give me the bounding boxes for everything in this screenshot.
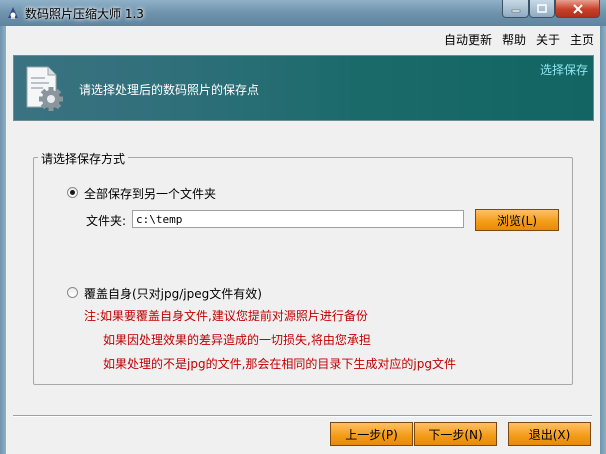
- step-title: 选择保存: [539, 63, 588, 77]
- window-frame-right: [600, 26, 606, 454]
- window-client-area: 自动更新 帮助 关于 主页 请选择处理后的数码照片的保存点 选择保存 请选择保存…: [6, 26, 600, 454]
- window-title: 数码照片压缩大师 1.3: [25, 7, 144, 21]
- step-description: 请选择处理后的数码照片的保存点: [79, 83, 260, 97]
- folder-label: 文件夹:: [86, 214, 127, 228]
- title-bar[interactable]: 数码照片压缩大师 1.3: [0, 0, 606, 26]
- menu-item-homepage[interactable]: 主页: [570, 31, 594, 48]
- menu-item-about[interactable]: 关于: [536, 31, 560, 48]
- compress-app-icon: [8, 7, 18, 19]
- radio-save-to-folder-label[interactable]: 全部保存到另一个文件夹: [84, 185, 216, 202]
- close-button[interactable]: [555, 0, 600, 18]
- exit-button[interactable]: 退出(X): [508, 422, 591, 446]
- footer-separator: [13, 415, 592, 417]
- note-line-2: 如果因处理效果的差异造成的一切损失,将由您承担: [103, 333, 371, 347]
- radio-save-to-folder[interactable]: [67, 187, 78, 198]
- radio-overwrite-self[interactable]: [67, 287, 78, 298]
- menu-item-help[interactable]: 帮助: [502, 31, 526, 48]
- maximize-icon: [537, 4, 547, 13]
- document-gear-icon: [26, 66, 63, 111]
- browse-button[interactable]: 浏览(L): [475, 209, 559, 231]
- menu-item-auto-update[interactable]: 自动更新: [444, 31, 492, 48]
- save-mode-group: 请选择保存方式 全部保存到另一个文件夹 文件夹: 浏览(L) 覆盖自身(只对jp…: [33, 150, 573, 385]
- step-header-panel: 请选择处理后的数码照片的保存点 选择保存: [13, 55, 594, 121]
- top-menu: 自动更新 帮助 关于 主页: [444, 31, 594, 48]
- close-icon: [572, 3, 583, 14]
- note-line-1: 注:如果要覆盖自身文件,建议您提前对源照片进行备份: [84, 309, 368, 323]
- minimize-button[interactable]: [502, 0, 529, 18]
- note-line-3: 如果处理的不是jpg的文件,那会在相同的目录下生成对应的jpg文件: [103, 357, 456, 371]
- save-mode-legend: 请选择保存方式: [38, 150, 129, 167]
- next-step-button[interactable]: 下一步(N): [414, 422, 497, 446]
- maximize-button[interactable]: [529, 0, 555, 18]
- folder-path-input[interactable]: [132, 210, 464, 228]
- previous-step-button[interactable]: 上一步(P): [330, 422, 413, 446]
- minimize-icon: [511, 9, 520, 12]
- radio-overwrite-self-label[interactable]: 覆盖自身(只对jpg/jpeg文件有效): [84, 285, 262, 302]
